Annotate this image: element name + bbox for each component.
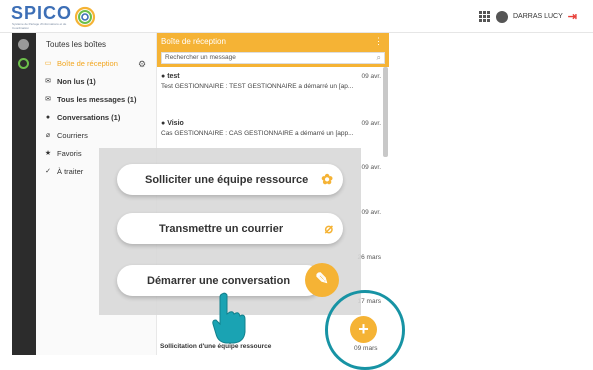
- inbox-title: Boîte de réception: [161, 37, 226, 46]
- message-item[interactable]: ● test 09 avr. Test GESTIONNAIRE : TEST …: [161, 73, 383, 90]
- pencil-icon[interactable]: ✎: [305, 263, 339, 297]
- transmettre-button[interactable]: Transmettre un courrier ⌀: [117, 213, 343, 244]
- envelope-icon: ✉: [45, 95, 51, 103]
- inbox-scrollbar[interactable]: [383, 67, 388, 157]
- user-avatar-icon[interactable]: [495, 10, 508, 23]
- apps-grid-icon[interactable]: [478, 10, 491, 23]
- message-item[interactable]: ● Visio 09 avr. Cas GESTIONNAIRE : CAS G…: [161, 120, 383, 137]
- solliciter-button[interactable]: Solliciter une équipe ressource ✿: [117, 164, 343, 195]
- folders-title[interactable]: Toutes les boîtes: [46, 40, 106, 49]
- folder-unread[interactable]: ✉ Non lus (1): [44, 74, 156, 88]
- check-icon: ✓: [45, 167, 51, 175]
- folder-label: Conversations (1): [57, 112, 121, 122]
- message-date: 09 avr.: [361, 164, 381, 171]
- top-right-controls: DARRAS LUCY ⇥: [478, 10, 577, 23]
- transmettre-label: Transmettre un courrier: [159, 222, 284, 235]
- message-date: 09 avr.: [361, 120, 381, 127]
- logo-swirl-icon: [74, 6, 96, 28]
- people-icon: ●: [45, 113, 51, 121]
- search-placeholder: Rechercher un message: [165, 54, 236, 61]
- flower-icon: ✿: [321, 171, 333, 187]
- inbox-search-bar: Rechercher un message ⌕: [157, 50, 389, 67]
- folder-all-messages[interactable]: ✉ Tous les messages (1): [44, 92, 156, 106]
- message-date: 26 mars: [357, 254, 381, 261]
- folder-conversations[interactable]: ● Conversations (1): [44, 110, 156, 124]
- search-input[interactable]: Rechercher un message ⌕: [161, 52, 385, 64]
- message-preview: Test GESTIONNAIRE : TEST GESTIONNAIRE a …: [161, 83, 354, 90]
- hand-pointer-icon: [212, 292, 246, 344]
- folder-courriers[interactable]: ⌀ Courriers: [44, 128, 156, 142]
- solliciter-label: Solliciter une équipe ressource: [145, 173, 309, 186]
- message-preview: Cas GESTIONNAIRE : CAS GESTIONNAIRE a dé…: [161, 130, 354, 137]
- user-name[interactable]: DARRAS LUCY: [513, 13, 563, 20]
- folder-label: Boîte de réception: [57, 58, 118, 68]
- envelope-icon: ✉: [45, 77, 51, 85]
- action-menu-overlay: Solliciter une équipe ressource ✿ Transm…: [99, 148, 361, 315]
- message-sender: Sollicitation d'une équipe ressource: [160, 343, 272, 350]
- folder-label: Tous les messages (1): [57, 94, 137, 104]
- top-bar: SPICO Système de Partage d'Informations …: [0, 0, 593, 33]
- user-rail-icon[interactable]: [18, 39, 29, 50]
- logo-text: SPICO: [11, 3, 73, 23]
- message-sender: ● Visio: [161, 120, 184, 127]
- left-rail: [12, 33, 36, 355]
- search-icon[interactable]: ⌕: [377, 53, 381, 63]
- paperclip-icon: ⌀: [324, 220, 333, 236]
- logout-icon[interactable]: ⇥: [568, 10, 577, 23]
- message-sender: ● test: [161, 73, 180, 80]
- add-button[interactable]: +: [350, 316, 377, 343]
- folder-label: Courriers: [57, 130, 88, 140]
- more-options-icon[interactable]: ⋮: [374, 36, 383, 47]
- folder-label: Non lus (1): [57, 76, 96, 86]
- star-icon: ★: [44, 149, 52, 157]
- inbox-icon: ▭: [44, 59, 52, 67]
- folder-label: À traiter: [57, 166, 84, 176]
- message-date: 09 avr.: [361, 209, 381, 216]
- folder-label: Favoris: [57, 148, 82, 158]
- paperclip-icon: ⌀: [45, 131, 51, 139]
- spico-rail-icon[interactable]: [18, 58, 29, 69]
- gear-icon[interactable]: ⚙: [138, 59, 146, 70]
- inbox-header: Boîte de réception ⋮: [157, 33, 389, 50]
- demarrer-label: Démarrer une conversation: [147, 274, 291, 287]
- message-date: 09 avr.: [361, 73, 381, 80]
- logo-subtitle: Système de Partage d'Informations et de …: [12, 22, 67, 30]
